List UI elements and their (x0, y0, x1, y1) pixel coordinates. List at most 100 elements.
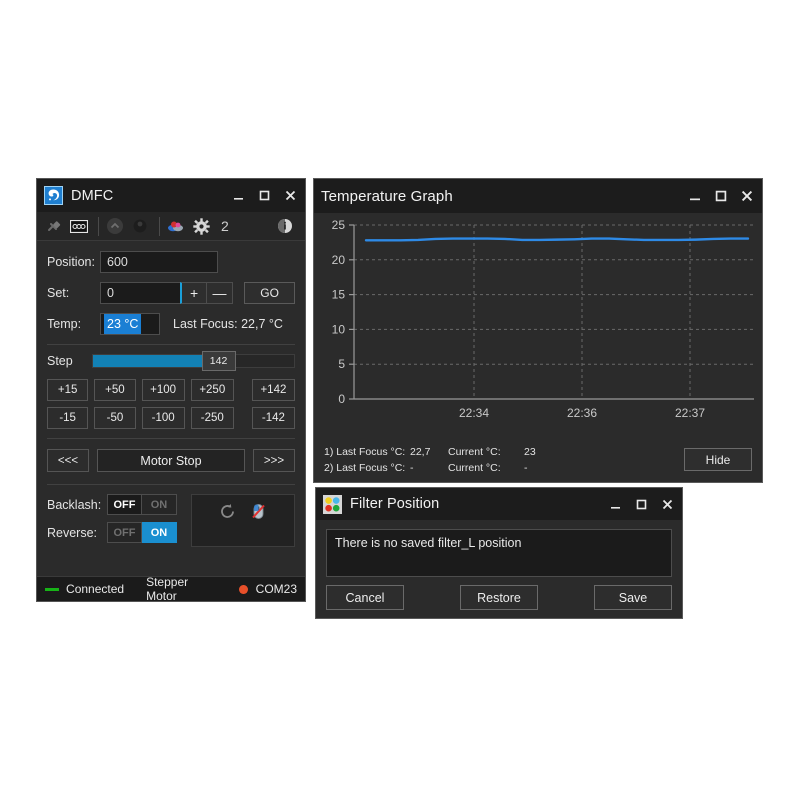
readout-2-last-focus: - (410, 460, 448, 476)
dmfc-title: DMFC (71, 188, 113, 204)
reverse-toggle[interactable]: OFF ON (107, 522, 177, 543)
svg-text:22:36: 22:36 (567, 406, 597, 420)
step-plus-250-button[interactable]: +250 (191, 379, 234, 401)
maximize-button[interactable] (251, 185, 277, 207)
step-row: Step 142 (47, 354, 295, 368)
digits-icon[interactable] (68, 215, 90, 237)
temperature-chart: 051015202522:3422:3622:37 (314, 213, 762, 439)
move-left-button[interactable]: <<< (47, 449, 89, 472)
connection-status: Connected (66, 582, 124, 596)
minimize-button[interactable] (602, 493, 628, 515)
readout-2-current-label: Current °C: (448, 460, 524, 476)
readout-1-current-label: Current °C: (448, 444, 524, 460)
toolbar-separator-1 (98, 217, 99, 236)
filter-button-row: Cancel Restore Save (326, 585, 672, 610)
step-plus-15-button[interactable]: +15 (47, 379, 88, 401)
position-input[interactable]: 600 (100, 251, 218, 273)
backlash-off-option[interactable]: OFF (107, 494, 142, 515)
step-minus-15-button[interactable]: -15 (47, 407, 88, 429)
close-button[interactable] (277, 185, 303, 207)
svg-text:0: 0 (338, 392, 345, 406)
step-plus-custom-button[interactable]: +142 (252, 379, 295, 401)
position-row: Position: 600 (47, 251, 295, 273)
readout-1-label: 1) Last Focus °C: (324, 444, 410, 460)
gear-icon[interactable] (190, 215, 212, 237)
reverse-off-option[interactable]: OFF (107, 522, 142, 543)
save-button[interactable]: Save (594, 585, 672, 610)
dmfc-toolbar: 2 (37, 212, 305, 241)
temp-window-buttons (682, 185, 760, 207)
dmfc-status-bar: Connected Stepper Motor COM23 (37, 576, 305, 601)
step-plus-100-button[interactable]: +100 (142, 379, 185, 401)
connection-indicator (45, 588, 59, 591)
temp-label: Temp: (47, 317, 100, 331)
cancel-button[interactable]: Cancel (326, 585, 404, 610)
svg-text:5: 5 (338, 357, 345, 371)
move-right-button[interactable]: >>> (253, 449, 295, 472)
set-increment-button[interactable]: + (180, 282, 206, 304)
dark-circle-icon[interactable] (129, 215, 151, 237)
graph-area: 051015202522:3422:3622:37 (314, 213, 762, 439)
refresh-icon[interactable] (218, 502, 237, 526)
divider-1 (47, 344, 295, 345)
filter-message-box: There is no saved filter_L position (326, 529, 672, 577)
svg-text:20: 20 (332, 253, 346, 267)
backlash-toggle[interactable]: OFF ON (107, 494, 177, 515)
plug-icon[interactable] (43, 215, 65, 237)
backlash-row: Backlash: OFF ON (47, 494, 177, 515)
step-slider[interactable]: 142 (92, 354, 295, 368)
temp-titlebar[interactable]: Temperature Graph (314, 179, 762, 213)
galaxy-icon (44, 186, 63, 205)
step-label: Step (47, 354, 92, 368)
svg-text:22:34: 22:34 (459, 406, 489, 420)
minimize-button[interactable] (682, 185, 708, 207)
backlash-label: Backlash: (47, 498, 107, 512)
hide-button[interactable]: Hide (684, 448, 752, 471)
color-wheel-icon[interactable] (165, 215, 187, 237)
port-label: COM23 (256, 582, 297, 596)
svg-text:15: 15 (332, 288, 346, 302)
motor-type-label: Stepper Motor (146, 575, 217, 603)
step-slider-fill (93, 355, 206, 367)
step-plus-50-button[interactable]: +50 (94, 379, 135, 401)
dmfc-window-buttons (225, 185, 303, 207)
svg-text:22:37: 22:37 (675, 406, 705, 420)
step-minus-custom-button[interactable]: -142 (252, 407, 295, 429)
motor-stop-button[interactable]: Motor Stop (97, 449, 245, 472)
restore-button[interactable]: Restore (460, 585, 538, 610)
set-decrement-button[interactable]: — (207, 282, 233, 304)
position-label: Position: (47, 255, 100, 269)
readout-1-current: 23 (524, 444, 554, 460)
chevron-up-icon[interactable] (104, 215, 126, 237)
set-input[interactable]: 0 (100, 282, 180, 304)
step-minus-250-button[interactable]: -250 (191, 407, 234, 429)
screen: DMFC (0, 0, 800, 800)
minimize-button[interactable] (225, 185, 251, 207)
close-button[interactable] (734, 185, 760, 207)
last-focus-temp-label: Last Focus: 22,7 °C (173, 317, 283, 331)
reverse-on-option[interactable]: ON (142, 522, 177, 543)
close-button[interactable] (654, 493, 680, 515)
temp-input[interactable]: 23 °C (100, 313, 160, 335)
temp-row: Temp: 23 °C Last Focus: 22,7 °C (47, 313, 295, 335)
mouse-disabled-icon[interactable] (249, 502, 268, 526)
step-slider-thumb[interactable]: 142 (202, 351, 236, 371)
filter-position-window: Filter Position There is no saved filter… (315, 487, 683, 619)
set-label: Set: (47, 286, 100, 300)
go-button[interactable]: GO (244, 282, 295, 304)
dmfc-titlebar[interactable]: DMFC (37, 179, 305, 212)
filter-titlebar[interactable]: Filter Position (316, 488, 682, 520)
step-buttons-negative-row: -15 -50 -100 -250 -142 (47, 407, 295, 429)
status-icon-panel (191, 494, 295, 547)
filter-wheel-icon (323, 495, 342, 514)
maximize-button[interactable] (708, 185, 734, 207)
readout-row-1: 1) Last Focus °C: 22,7 Current °C: 23 (324, 444, 554, 460)
step-minus-50-button[interactable]: -50 (94, 407, 135, 429)
info-icon[interactable] (274, 215, 296, 237)
port-indicator (239, 585, 247, 594)
maximize-button[interactable] (628, 493, 654, 515)
backlash-on-option[interactable]: ON (142, 494, 177, 515)
divider-2 (47, 438, 295, 439)
step-minus-100-button[interactable]: -100 (142, 407, 185, 429)
reverse-row: Reverse: OFF ON (47, 522, 177, 543)
